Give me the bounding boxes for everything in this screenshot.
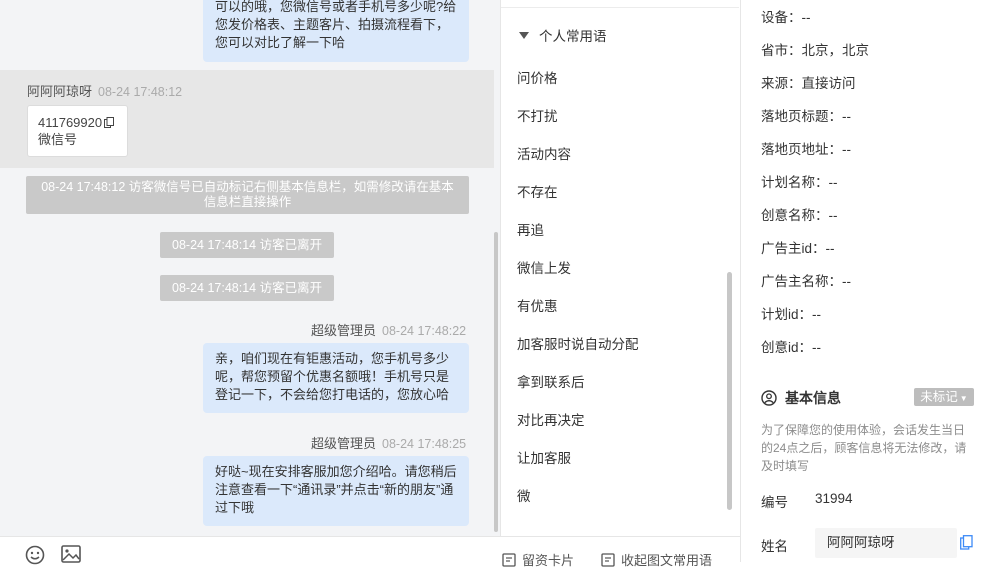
info-device: 设备：-- [761, 10, 811, 25]
common-phrases-panel: 个人常用语 问价格 不打扰 活动内容 不存在 再追 微信上发 有优惠 加客服时说… [501, 0, 739, 536]
system-notice: 08-24 17:48:12 访客微信号已自动标记右侧基本信息栏，如需修改请在基… [26, 176, 469, 214]
id-label: 编号 [761, 495, 788, 510]
basic-info-title: 基本信息 [785, 390, 841, 406]
agent-message-bubble: 好哒~现在安排客服加您介绍哈。请您稍后注意查看一下“通讯录”并点击“新的朋友”通… [203, 456, 469, 526]
phrase-item[interactable]: 再追 [517, 219, 544, 239]
mark-status-dropdown[interactable]: 未标记 ▼ [914, 388, 974, 406]
message-time: 08-24 17:48:12 [98, 85, 183, 99]
copy-icon[interactable] [104, 117, 114, 128]
agent-sender-line: 超级管理员 08-24 17:48:22 [311, 320, 466, 339]
phrase-item[interactable]: 不打扰 [517, 105, 558, 125]
agent-name: 超级管理员 [311, 436, 377, 451]
caret-down-icon: ▼ [959, 394, 968, 403]
info-plan-id: 计划id：-- [761, 307, 821, 322]
divider [501, 7, 739, 8]
basic-info-header: 基本信息 [761, 388, 841, 408]
caret-down-icon [519, 31, 529, 39]
name-label: 姓名 [761, 539, 788, 554]
user-icon [761, 390, 777, 406]
info-creative-id: 创意id：-- [761, 340, 821, 355]
lead-card-label: 留资卡片 [522, 553, 575, 568]
phrase-item[interactable]: 问价格 [517, 67, 558, 87]
emoji-icon[interactable] [25, 545, 45, 565]
collapse-phrases-button[interactable]: 收起图文常用语 [601, 550, 712, 569]
id-value: 31994 [815, 491, 853, 506]
wechat-card[interactable]: 411769920 微信号 [27, 105, 128, 157]
info-region: 省市：北京，北京 [761, 43, 869, 58]
info-advertiser-id: 广告主id：-- [761, 241, 835, 256]
phrase-item[interactable]: 微 [517, 485, 531, 505]
agent-name: 超级管理员 [311, 323, 377, 338]
lead-card-button[interactable]: 留资卡片 [502, 550, 574, 569]
collapse-phrases-label: 收起图文常用语 [621, 553, 713, 568]
visitor-sender-line: 阿阿阿琼呀 08-24 17:48:12 [27, 81, 182, 100]
info-creative-name: 创意名称：-- [761, 208, 838, 223]
agent-sender-line: 超级管理员 08-24 17:48:25 [311, 433, 466, 452]
copy-icon[interactable] [960, 535, 973, 550]
agent-message-bubble: 亲，咱们现在有钜惠活动，您手机号多少呢，帮您预留个优惠名额哦！手机号只是登记一下… [203, 343, 469, 413]
info-landing-title: 落地页标题：-- [761, 109, 851, 124]
chat-scrollbar[interactable] [494, 232, 498, 532]
phrase-item[interactable]: 微信上发 [517, 257, 571, 277]
visitor-name: 阿阿阿琼呀 [27, 84, 93, 99]
phrase-item[interactable]: 活动内容 [517, 143, 571, 163]
edit-deadline-notice: 为了保障您的使用体验，会话发生当日的24点之后，顾客信息将无法修改，请及时填写 [761, 423, 967, 473]
mark-status-label: 未标记 [920, 390, 958, 404]
phrase-item[interactable]: 有优惠 [517, 295, 558, 315]
chat-toolbar: 留资卡片 收起图文常用语 [0, 536, 740, 568]
chat-panel: 可以的哦，您微信号或者手机号多少呢?给您发价格表、主题客片、拍摄流程看下，您可以… [0, 0, 501, 536]
info-source: 来源：直接访问 [761, 76, 856, 91]
info-advertiser-name: 广告主名称：-- [761, 274, 851, 289]
wechat-card-label: 微信号 [38, 132, 78, 147]
phrases-group-title: 个人常用语 [539, 29, 607, 44]
document-icon [601, 552, 615, 567]
message-time: 08-24 17:48:22 [382, 324, 467, 338]
visitor-info-panel: 设备：-- 省市：北京，北京 来源：直接访问 落地页标题：-- 落地页地址：--… [740, 0, 989, 562]
image-icon[interactable] [61, 545, 81, 563]
phrases-scrollbar[interactable] [727, 272, 732, 510]
phrase-item[interactable]: 不存在 [517, 181, 558, 201]
name-field[interactable]: 阿阿阿琼呀 [815, 528, 957, 558]
visitor-left-notice: 08-24 17:48:14 访客已离开 [160, 275, 335, 301]
phrases-group-header[interactable]: 个人常用语 [519, 25, 607, 45]
agent-message-bubble: 可以的哦，您微信号或者手机号多少呢?给您发价格表、主题客片、拍摄流程看下，您可以… [203, 0, 469, 62]
document-icon [502, 552, 516, 567]
message-time: 08-24 17:48:25 [382, 437, 467, 451]
visitor-left-notice: 08-24 17:48:14 访客已离开 [160, 232, 335, 258]
info-plan-name: 计划名称：-- [761, 175, 838, 190]
phrase-item[interactable]: 加客服时说自动分配 [517, 333, 639, 353]
phrase-item[interactable]: 拿到联系后 [517, 371, 585, 391]
info-landing-url: 落地页地址：-- [761, 142, 851, 157]
phrase-item[interactable]: 对比再决定 [517, 409, 585, 429]
phrase-item[interactable]: 让加客服 [517, 447, 571, 467]
